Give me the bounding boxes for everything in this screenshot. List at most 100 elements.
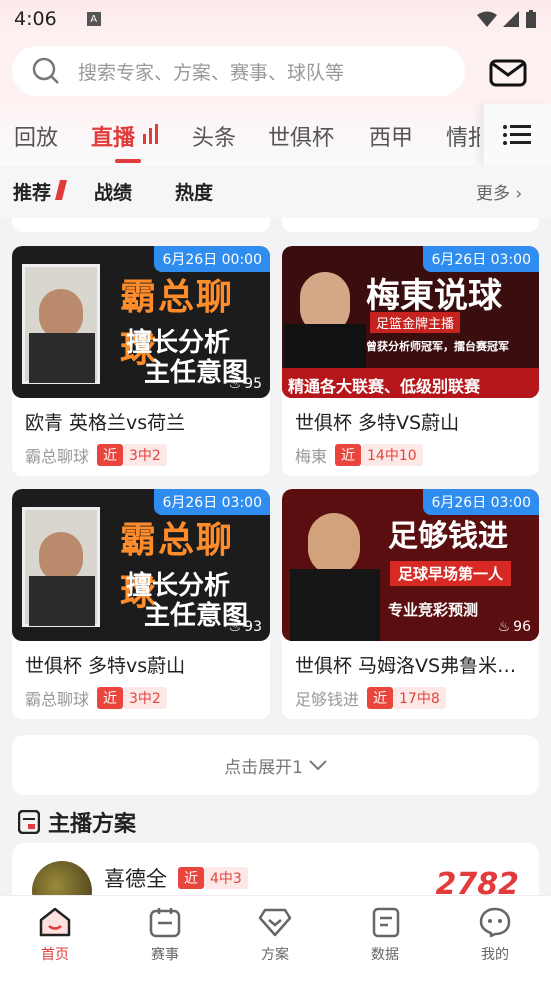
- fire-icon: ♨: [228, 619, 242, 635]
- tab-underline: [115, 159, 141, 163]
- live-card[interactable]: 足够钱进 足球早场第一人 专业竞彩预测 6月26日 03:00 ♨ 96 世俱杯 …: [282, 489, 539, 719]
- expand-label: 点击展开1: [224, 757, 303, 778]
- date-badge: 6月26日 03:00: [154, 489, 270, 515]
- chevron-right-icon: ›: [515, 184, 523, 204]
- home-icon: [39, 907, 71, 937]
- card-thumbnail: 霸总聊球 擅长分析 主任意图 6月26日 00:00 ♨ 95: [12, 246, 270, 398]
- search-placeholder: 搜索专家、方案、赛事、球队等: [78, 61, 345, 84]
- heat-count: ♨ 96: [498, 619, 531, 635]
- search-icon: [32, 57, 59, 84]
- section-header: 主播方案: [18, 806, 136, 838]
- card-strip: [282, 218, 539, 232]
- card-meta: 霸总聊球 近 3中2: [25, 686, 167, 710]
- notification-icon: A: [86, 12, 101, 26]
- more-link[interactable]: 更多 ›: [476, 179, 522, 204]
- live-card[interactable]: 梅東说球 足篮金牌主播 曾获分析师冠军，擂台赛冠军 精通各大联赛、低级别联赛 6…: [282, 246, 539, 476]
- sub-tabs: 推荐 战绩 热度 更多 ›: [0, 166, 551, 218]
- status-time: 4:06: [14, 8, 57, 30]
- fire-icon: ♨: [228, 376, 242, 392]
- card-strip: [12, 218, 270, 232]
- slash-icon: [55, 180, 67, 200]
- card-meta: 梅東 近 14中10: [295, 443, 423, 467]
- nav-plans[interactable]: 方案: [220, 906, 330, 964]
- heat-value: 93: [244, 619, 262, 635]
- nav-profile[interactable]: 我的: [440, 906, 550, 964]
- battery-icon: [526, 10, 536, 28]
- tab-la-liga[interactable]: 西甲: [369, 120, 413, 152]
- thumb-sub: 足篮金牌主播: [370, 312, 461, 333]
- expand-button[interactable]: 点击展开1: [12, 735, 539, 795]
- search-input[interactable]: 搜索专家、方案、赛事、球队等: [12, 46, 465, 96]
- fire-icon: ♨: [497, 619, 511, 635]
- author-name: 梅東: [295, 447, 328, 466]
- channel-tabs: 回放 直播 头条 世俱杯 西甲 情报: [0, 104, 551, 166]
- host-photo: [22, 264, 100, 384]
- tab-replay[interactable]: 回放: [14, 120, 58, 152]
- status-bar: 4:06 A: [0, 0, 551, 38]
- thumb-title: 足够钱进: [388, 519, 508, 554]
- nav-home[interactable]: 首页: [0, 906, 110, 964]
- document-icon: [18, 810, 40, 834]
- tab-club-world-cup[interactable]: 世俱杯: [268, 120, 334, 152]
- thumb-title: 梅東说球: [366, 276, 502, 316]
- thumb-bottom: 精通各大联赛、低级别联赛: [282, 368, 539, 398]
- wifi-icon: [477, 11, 497, 27]
- live-card[interactable]: 霸总聊球 擅长分析 主任意图 6月26日 00:00 ♨ 95 欧青 英格兰vs荷…: [12, 246, 270, 476]
- tab-headlines[interactable]: 头条: [192, 120, 236, 152]
- bottom-nav: 首页 赛事 方案 数据 我的: [0, 895, 551, 981]
- menu-icon: [503, 125, 531, 145]
- record-badge: 3中2: [123, 444, 167, 466]
- subtab-heat[interactable]: 热度: [175, 178, 213, 205]
- chevron-down-icon: [309, 760, 327, 771]
- card-thumbnail: 梅東说球 足篮金牌主播 曾获分析师冠军，擂台赛冠军 精通各大联赛、低级别联赛 6…: [282, 246, 539, 398]
- tab-menu-button[interactable]: [484, 104, 551, 166]
- anchor-name: 喜德全: [104, 867, 167, 891]
- thumb-sub2: 曾获分析师冠军，擂台赛冠军: [366, 340, 509, 353]
- nav-label: 数据: [371, 947, 399, 963]
- date-badge: 6月26日 03:00: [423, 489, 539, 515]
- live-bars-icon: [143, 124, 158, 144]
- thumb-sub2: 专业竞彩预测: [388, 601, 479, 619]
- anchor-plan-card[interactable]: 喜德全 近 4中3 2782: [12, 843, 539, 921]
- near-badge: 近: [335, 444, 362, 466]
- near-badge: 近: [178, 867, 204, 889]
- profile-icon: [479, 907, 511, 938]
- card-title: 欧青 英格兰vs荷兰: [25, 412, 186, 434]
- card-thumbnail: 足够钱进 足球早场第一人 专业竞彩预测 6月26日 03:00 ♨ 96: [282, 489, 539, 641]
- card-meta: 霸总聊球 近 3中2: [25, 443, 167, 467]
- thumb-sub: 足球早场第一人: [390, 561, 512, 586]
- card-meta: 足够钱进 近 17中8: [295, 686, 446, 710]
- live-card[interactable]: 霸总聊球 擅长分析 主任意图 6月26日 03:00 ♨ 93 世俱杯 多特vs蔚…: [12, 489, 270, 719]
- tab-intel[interactable]: 情报: [446, 120, 480, 152]
- author-name: 霸总聊球: [25, 690, 90, 709]
- record-badge: 17中8: [393, 687, 446, 709]
- card-title: 世俱杯 马姆洛VS弗鲁米内塞: [295, 655, 530, 677]
- subtab-record[interactable]: 战绩: [94, 178, 132, 205]
- nav-data[interactable]: 数据: [330, 906, 440, 964]
- more-label: 更多: [476, 184, 510, 204]
- diamond-icon: [258, 908, 292, 937]
- author-name: 霸总聊球: [25, 447, 90, 466]
- author-name: 足够钱进: [295, 690, 360, 709]
- anchor-record: 近 4中3: [178, 867, 248, 889]
- heat-count: ♨ 95: [229, 376, 262, 392]
- nav-label: 我的: [481, 947, 509, 963]
- date-badge: 6月26日 03:00: [423, 246, 539, 272]
- nav-label: 首页: [41, 947, 69, 963]
- record-badge: 14中10: [361, 444, 423, 466]
- tab-live[interactable]: 直播: [91, 120, 135, 152]
- nav-matches[interactable]: 赛事: [110, 906, 220, 964]
- mail-icon[interactable]: [488, 56, 528, 90]
- subtab-recommended[interactable]: 推荐: [13, 178, 51, 205]
- near-badge: 近: [97, 444, 124, 466]
- heat-value: 95: [244, 376, 262, 392]
- date-badge: 6月26日 00:00: [154, 246, 270, 272]
- host-photo: [22, 507, 100, 627]
- data-icon: [372, 907, 400, 938]
- heat-count: ♨ 93: [229, 619, 262, 635]
- section-title: 主播方案: [48, 812, 137, 837]
- nav-label: 方案: [261, 947, 289, 963]
- signal-icon: [503, 11, 519, 27]
- heat-value: 96: [513, 619, 531, 635]
- header: 搜索专家、方案、赛事、球队等: [0, 38, 551, 104]
